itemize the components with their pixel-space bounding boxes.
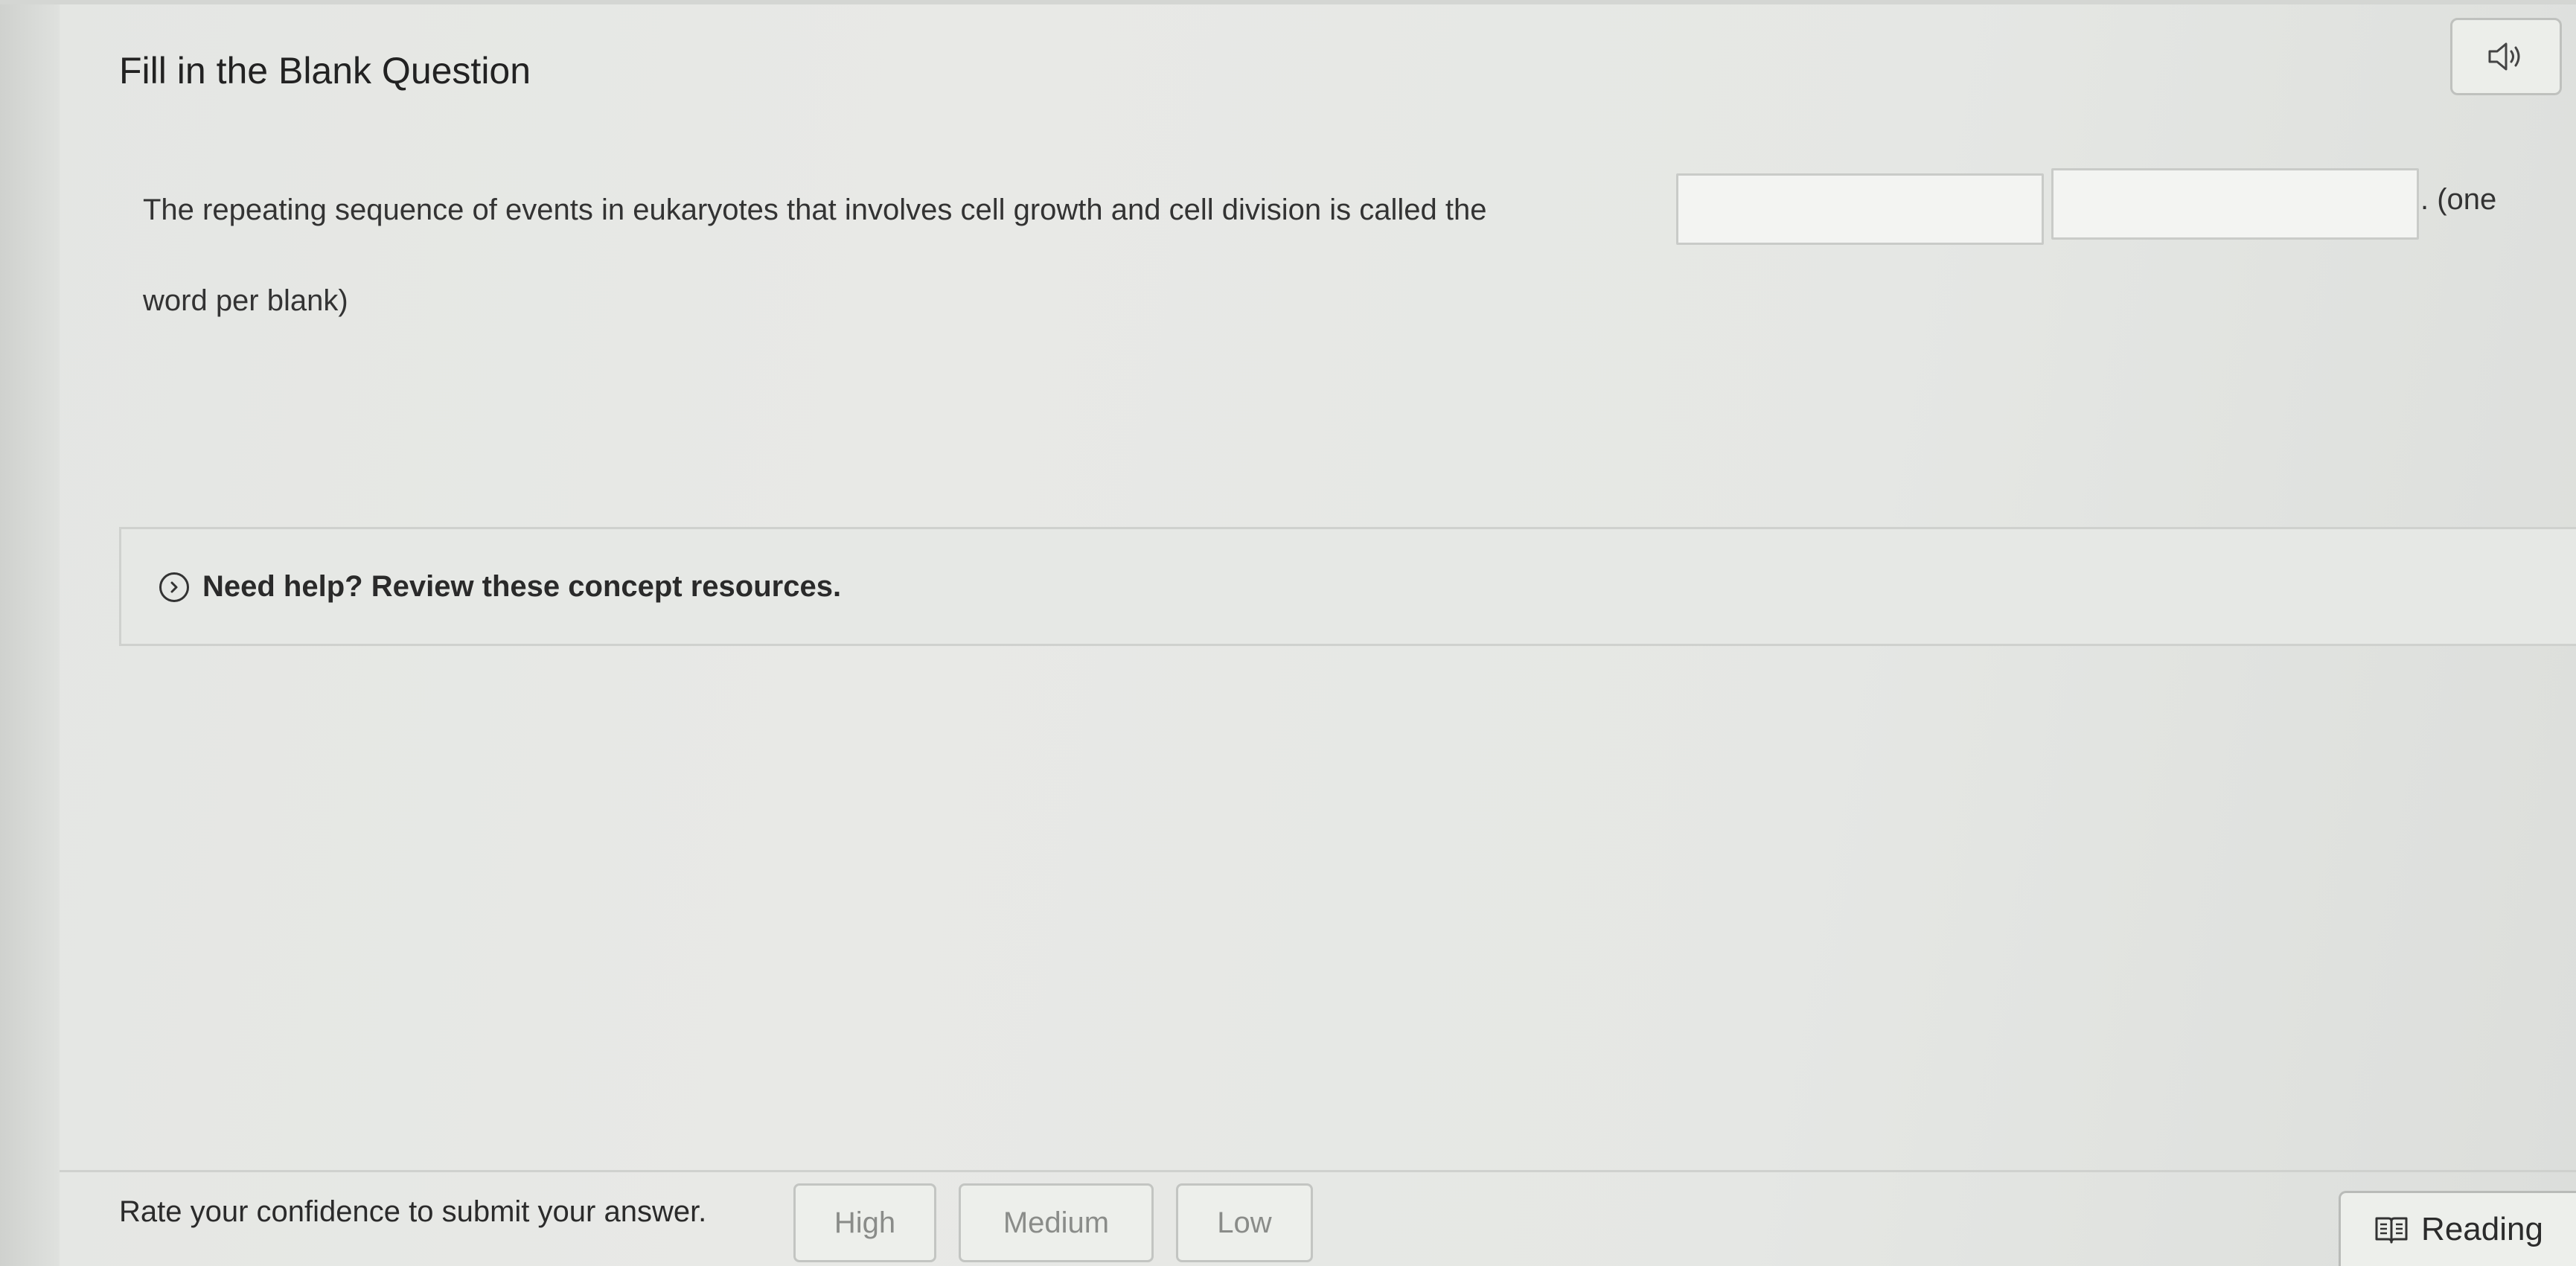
confidence-prompt: Rate your confidence to submit your answ… [119, 1195, 707, 1228]
confidence-low-button[interactable]: Low [1176, 1183, 1313, 1262]
question-text-suffix: . (one [2420, 183, 2497, 216]
question-text-continuation: word per blank) [143, 284, 348, 317]
concept-resources-toggle[interactable]: Need help? Review these concept resource… [159, 570, 841, 604]
footer-divider [60, 1170, 2576, 1172]
book-icon [2375, 1217, 2408, 1244]
blank-input-2[interactable] [2051, 168, 2419, 240]
confidence-medium-button[interactable]: Medium [959, 1183, 1154, 1262]
speaker-icon [2488, 42, 2520, 71]
blank-input-1[interactable] [1676, 173, 2044, 245]
audio-button[interactable] [2450, 18, 2562, 95]
reading-button[interactable]: Reading [2339, 1191, 2576, 1266]
page: Fill in the Blank Question The repeating… [0, 0, 2576, 1266]
top-rule [0, 0, 2576, 4]
chevron-circle-icon [159, 572, 189, 602]
confidence-high-button[interactable]: High [793, 1183, 936, 1262]
concept-resources-label: Need help? Review these concept resource… [202, 570, 842, 603]
question-type-title: Fill in the Blank Question [119, 50, 531, 92]
reading-label: Reading [2421, 1211, 2543, 1247]
question-text: The repeating sequence of events in euka… [143, 194, 1487, 226]
left-shade [0, 0, 60, 1266]
